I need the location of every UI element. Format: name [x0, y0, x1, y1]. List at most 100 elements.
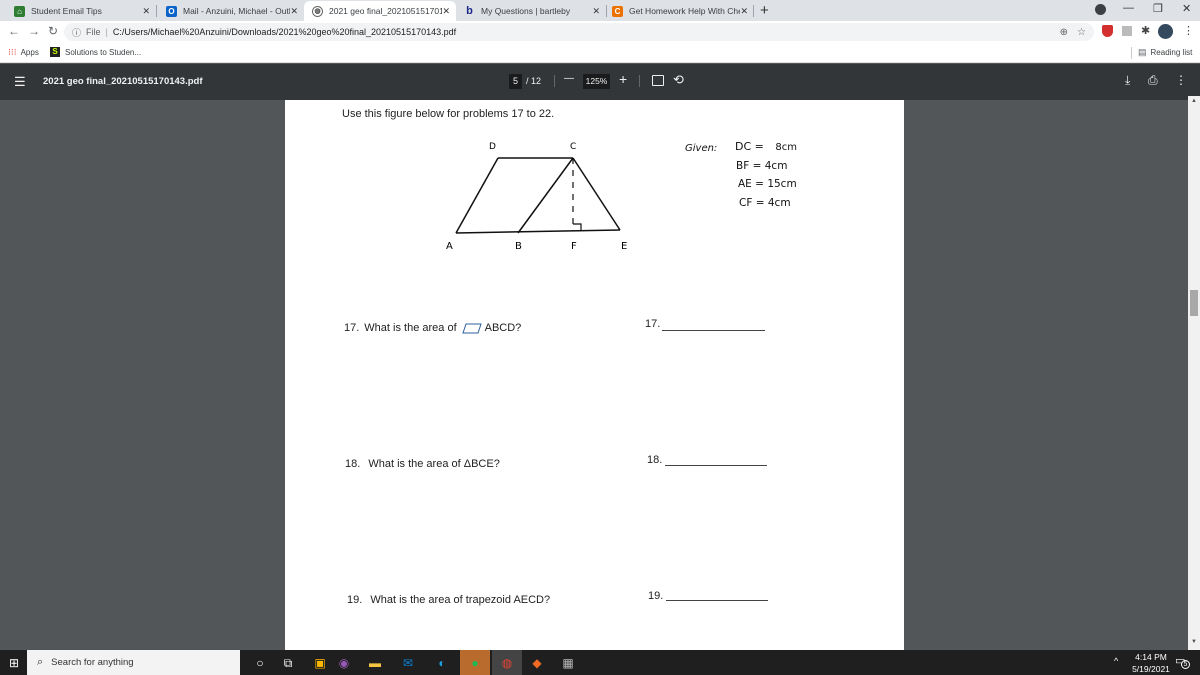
- app-icon[interactable]: ◉: [334, 653, 354, 673]
- bartleby-icon: b: [466, 5, 473, 17]
- pdf-viewer: Use this figure below for problems 17 to…: [0, 100, 1200, 650]
- close-tab-icon[interactable]: ✕: [442, 6, 450, 17]
- back-button[interactable]: ←: [8, 24, 20, 38]
- question-number: 18.: [345, 458, 361, 470]
- vertical-scrollbar[interactable]: ▲ ▼: [1188, 96, 1200, 650]
- url-text[interactable]: C:/Users/Michael%20Anzuini/Downloads/202…: [113, 27, 456, 37]
- zoom-in-button[interactable]: +: [619, 71, 627, 87]
- pdf-toolbar: ☰ 2021 geo final_20210515170143.pdf 5 / …: [0, 64, 1200, 100]
- answer-line-19[interactable]: [666, 600, 768, 601]
- close-tab-icon[interactable]: ✕: [740, 6, 748, 17]
- given-item: DC = 8cm: [735, 140, 797, 153]
- reading-list-button[interactable]: ▤ Reading list: [1138, 47, 1192, 58]
- new-tab-button[interactable]: +: [760, 2, 769, 19]
- extension-shield-icon[interactable]: [1102, 25, 1113, 37]
- segment-ce: [572, 157, 621, 231]
- forward-button[interactable]: →: [28, 24, 40, 38]
- divider: [554, 75, 555, 87]
- search-icon: ⌕: [37, 656, 44, 668]
- extension-icon[interactable]: [1122, 26, 1132, 36]
- tab-label: Mail - Anzuini, Michael - Outlook: [183, 6, 290, 16]
- close-window-button[interactable]: ✕: [1182, 2, 1191, 15]
- cortana-icon[interactable]: ○: [250, 653, 270, 673]
- answer-label-18: 18.: [647, 454, 663, 466]
- zoom-level-input[interactable]: 125%: [583, 74, 610, 89]
- clock-date: 5/19/2021: [1132, 664, 1170, 674]
- home-icon: ⌂: [14, 5, 25, 17]
- tab-separator: [156, 5, 157, 17]
- close-tab-icon[interactable]: ✕: [142, 6, 150, 17]
- page-number-input[interactable]: 5: [509, 74, 522, 89]
- question-number: 19.: [347, 594, 363, 606]
- more-options-icon[interactable]: ⋮: [1175, 73, 1187, 87]
- tab-chegg[interactable]: C Get Homework Help With Chegg ✕: [604, 1, 754, 21]
- download-icon[interactable]: ⤓: [1125, 73, 1130, 88]
- scrollbar-thumb[interactable]: [1190, 290, 1198, 316]
- zoom-out-button[interactable]: —: [564, 73, 574, 84]
- hamburger-menu-icon[interactable]: ☰: [14, 74, 26, 90]
- bookmark-apps[interactable]: ⁝⁝⁝ Apps: [8, 47, 39, 58]
- windows-start-icon[interactable]: ⊞: [4, 653, 24, 673]
- restore-button[interactable]: ❐: [1153, 2, 1163, 15]
- spotify-icon[interactable]: ●: [465, 653, 485, 673]
- vertex-label-d: D: [489, 142, 496, 152]
- reload-button[interactable]: ↻: [48, 24, 58, 38]
- origin-icon[interactable]: ◆: [527, 653, 547, 673]
- minimize-button[interactable]: —: [1123, 2, 1134, 14]
- divider: [639, 75, 640, 87]
- segment-ad: [455, 157, 499, 234]
- tab-bartleby[interactable]: b My Questions | bartleby ✕: [456, 1, 606, 21]
- tab-student-email-tips[interactable]: ⌂ Student Email Tips ✕: [6, 1, 156, 21]
- print-icon[interactable]: ⎙: [1148, 73, 1158, 88]
- notifications-icon[interactable]: ▭ 5: [1175, 654, 1190, 669]
- given-item: AE = 15cm: [738, 178, 797, 190]
- page-total: / 12: [526, 76, 542, 86]
- task-view-icon[interactable]: ⧉: [278, 653, 298, 673]
- vertex-label-b: B: [515, 241, 522, 252]
- given-label: Given:: [685, 143, 718, 154]
- bookmarks-bar: ⁝⁝⁝ Apps S Solutions to Studen... ▤ Read…: [0, 43, 1200, 63]
- fit-to-page-icon[interactable]: [652, 75, 664, 86]
- apps-grid-icon: ⁝⁝⁝: [8, 47, 17, 57]
- answer-line-17[interactable]: [662, 330, 765, 331]
- answer-label-19: 19.: [648, 590, 664, 602]
- vertex-label-a: A: [446, 241, 453, 252]
- scroll-down-arrow-icon[interactable]: ▼: [1191, 639, 1197, 645]
- notification-badge: 5: [1181, 660, 1190, 669]
- tab-pdf[interactable]: ◍ 2021 geo final_20210515170143. ✕: [304, 1, 456, 21]
- browser-menu-icon[interactable]: ⋮: [1183, 24, 1194, 37]
- question-text: ABCD?: [484, 322, 522, 334]
- tab-label: Get Homework Help With Chegg: [629, 6, 741, 16]
- close-tab-icon[interactable]: ✕: [592, 6, 600, 17]
- avatar[interactable]: [1158, 24, 1173, 39]
- pdf-page: Use this figure below for problems 17 to…: [285, 100, 904, 650]
- taskbar-search-box[interactable]: ⌕ Search for anything: [27, 650, 240, 675]
- search-placeholder: Search for anything: [51, 657, 134, 668]
- scroll-up-arrow-icon[interactable]: ▲: [1191, 98, 1197, 104]
- question-17: 17. What is the area of ABCD?: [344, 322, 521, 334]
- info-icon[interactable]: ⓘ: [72, 26, 81, 39]
- answer-line-18[interactable]: [665, 465, 767, 466]
- chrome-icon[interactable]: ◍: [497, 653, 517, 673]
- windows-taskbar: ⊞ ⌕ Search for anything ○ ⧉ ▣ ◉ ▬ ✉ ◐ ● …: [0, 650, 1200, 675]
- tab-outlook[interactable]: O Mail - Anzuini, Michael - Outlook ✕: [158, 1, 304, 21]
- clock[interactable]: 4:14 PM 5/19/2021: [1130, 652, 1172, 674]
- show-hidden-icons-chevron-icon[interactable]: ^: [1114, 656, 1118, 666]
- rotate-icon[interactable]: ⟲: [673, 72, 684, 88]
- file-explorer-icon[interactable]: ▬: [365, 653, 385, 673]
- bookmark-label: Apps: [20, 48, 39, 57]
- tab-label: 2021 geo final_20210515170143.: [329, 6, 443, 16]
- calculator-icon[interactable]: ▦: [558, 653, 578, 673]
- bookmark-star-icon[interactable]: ☆: [1077, 27, 1086, 38]
- bookmark-solutions[interactable]: S Solutions to Studen...: [50, 47, 141, 57]
- vertex-label-c: C: [570, 142, 576, 152]
- close-tab-icon[interactable]: ✕: [290, 6, 298, 17]
- zoom-icon[interactable]: ⊕: [1060, 27, 1068, 38]
- mail-icon[interactable]: ✉: [398, 653, 418, 673]
- store-icon[interactable]: ▣: [310, 653, 330, 673]
- extensions-puzzle-icon[interactable]: ✱: [1141, 24, 1150, 37]
- omnibox[interactable]: ⓘ File | C:/Users/Michael%20Anzuini/Down…: [64, 23, 1094, 41]
- profile-menu-icon[interactable]: [1095, 4, 1106, 15]
- edge-icon[interactable]: ◐: [432, 653, 452, 673]
- tab-separator: [753, 5, 754, 17]
